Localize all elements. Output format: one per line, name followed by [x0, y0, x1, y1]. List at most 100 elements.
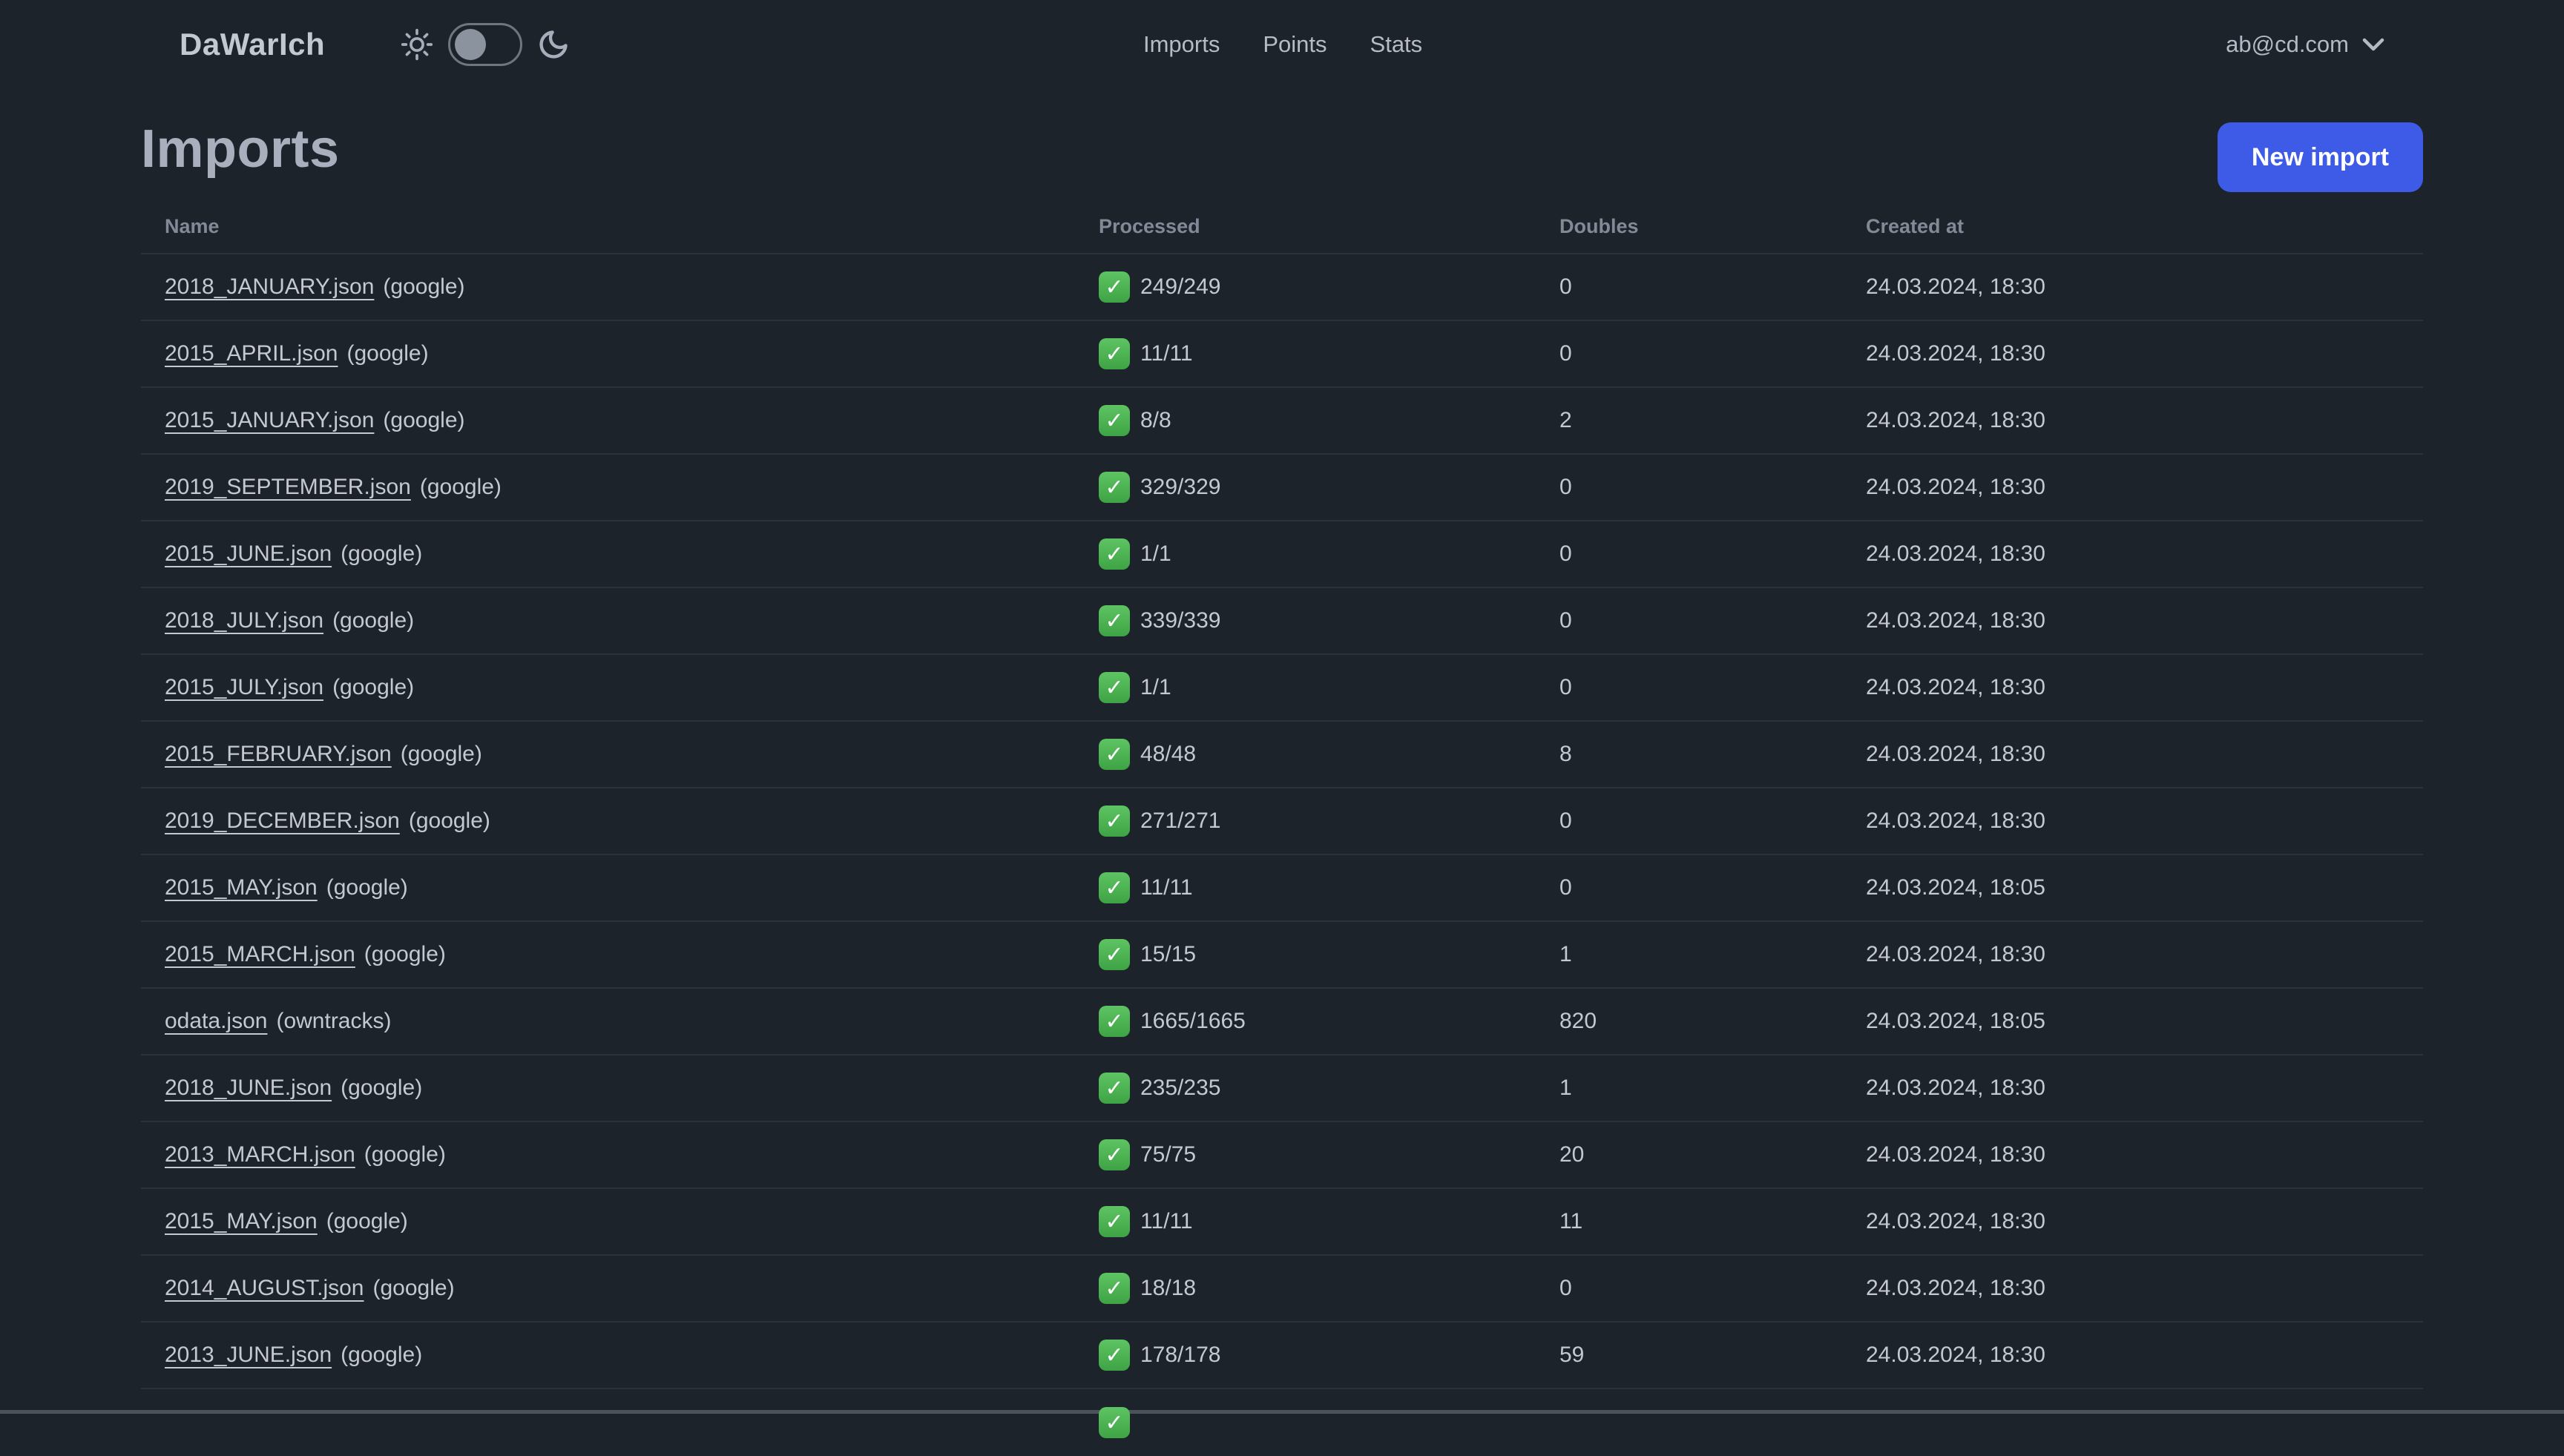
- import-file-link[interactable]: 2015_MAY.json: [165, 1209, 318, 1233]
- import-file-link[interactable]: 2019_SEPTEMBER.json: [165, 475, 411, 499]
- toggle-knob: [455, 29, 486, 60]
- success-check-icon: ✓: [1099, 1006, 1130, 1037]
- created-at: 24.03.2024, 18:05: [1866, 1009, 2045, 1033]
- nav-link-points[interactable]: Points: [1263, 31, 1327, 58]
- import-file-link[interactable]: 2013_JUNE.json: [165, 1343, 332, 1367]
- name-cell: 2015_JULY.json (google): [165, 675, 1099, 700]
- imports-table: Name Processed Doubles Created at 2018_J…: [141, 200, 2423, 1456]
- import-source: (google): [341, 1343, 423, 1367]
- success-check-icon: ✓: [1099, 1139, 1130, 1170]
- nav-link-imports[interactable]: Imports: [1143, 31, 1220, 58]
- import-source: (google): [400, 742, 482, 766]
- processed-cell: ✓ 271/271: [1099, 806, 1559, 837]
- success-check-icon: ✓: [1099, 939, 1130, 970]
- processed-cell: ✓ 11/11: [1099, 1206, 1559, 1237]
- doubles-count: 0: [1559, 341, 1572, 366]
- import-file-link[interactable]: 2015_JANUARY.json: [165, 408, 374, 432]
- table-row: 2019_DECEMBER.json (google) ✓ 271/271 0 2…: [141, 788, 2423, 855]
- created-at: 24.03.2024, 18:30: [1866, 1209, 2045, 1233]
- import-file-link[interactable]: 2018_JUNE.json: [165, 1075, 332, 1100]
- success-check-icon: ✓: [1099, 405, 1130, 436]
- table-row: 2014_AUGUST.json (google) ✓ 18/18 0 24.03…: [141, 1256, 2423, 1322]
- processed-cell: ✓ 11/11: [1099, 338, 1559, 369]
- import-source: (google): [346, 341, 429, 366]
- nav-link-stats[interactable]: Stats: [1370, 31, 1423, 58]
- table-header-row: Name Processed Doubles Created at: [141, 200, 2423, 254]
- import-source: (google): [326, 1209, 408, 1233]
- import-file-link[interactable]: 2015_MAY.json: [165, 875, 318, 900]
- created-at: 24.03.2024, 18:05: [1866, 875, 2045, 900]
- new-import-button[interactable]: New import: [2217, 122, 2423, 192]
- table-row: 2015_JULY.json (google) ✓ 1/1 0 24.03.202…: [141, 655, 2423, 722]
- created-at: 24.03.2024, 18:30: [1866, 808, 2045, 833]
- processed-count: 11/11: [1140, 341, 1193, 366]
- processed-cell: ✓ 178/178: [1099, 1340, 1559, 1371]
- name-cell: 2015_JUNE.json (google): [165, 541, 1099, 567]
- processed-count: 15/15: [1140, 942, 1197, 966]
- table-row: 2015_MARCH.json (google) ✓ 15/15 1 24.03.…: [141, 922, 2423, 989]
- created-at: 24.03.2024, 18:30: [1866, 541, 2045, 566]
- doubles-count: 0: [1559, 274, 1572, 299]
- processed-cell: ✓ 1/1: [1099, 672, 1559, 703]
- import-file-link[interactable]: 2015_JUNE.json: [165, 541, 332, 566]
- user-menu[interactable]: ab@cd.com: [2226, 31, 2384, 58]
- import-source: (owntracks): [276, 1009, 392, 1033]
- name-cell: 2015_APRIL.json (google): [165, 341, 1099, 366]
- table-row: 2019_SEPTEMBER.json (google) ✓ 329/329 0 …: [141, 455, 2423, 521]
- name-cell: 2018_JUNE.json (google): [165, 1075, 1099, 1101]
- success-check-icon: ✓: [1099, 672, 1130, 703]
- moon-icon: [537, 28, 570, 61]
- doubles-count: 8: [1559, 742, 1572, 766]
- processed-cell: ✓ 235/235: [1099, 1073, 1559, 1104]
- created-at: 24.03.2024, 18:30: [1866, 1276, 2045, 1300]
- import-source: (google): [332, 608, 415, 633]
- import-source: (google): [364, 942, 446, 966]
- import-file-link[interactable]: 2015_JULY.json: [165, 675, 323, 699]
- import-source: (google): [364, 1142, 446, 1167]
- import-source: (google): [332, 675, 415, 699]
- chevron-down-icon: [2362, 38, 2384, 51]
- table-row: 2018_JANUARY.json (google) ✓ 249/249 0 24…: [141, 254, 2423, 321]
- import-file-link[interactable]: 2018_JANUARY.json: [165, 274, 374, 299]
- main-nav: Imports Points Stats: [1143, 31, 1422, 58]
- doubles-count: 0: [1559, 875, 1572, 900]
- table-row: 2015_MAY.json (google) ✓ 11/11 0 24.03.20…: [141, 855, 2423, 922]
- app-logo[interactable]: DaWarIch: [180, 27, 325, 62]
- name-cell: 2015_MAY.json (google): [165, 875, 1099, 900]
- table-row: 2015_MAY.json (google) ✓ 11/11 11 24.03.2…: [141, 1189, 2423, 1256]
- page-title: Imports: [141, 119, 340, 179]
- doubles-count: 11: [1559, 1209, 1583, 1233]
- processed-count: 249/249: [1140, 274, 1221, 299]
- processed-cell: ✓ 11/11: [1099, 872, 1559, 903]
- import-file-link[interactable]: 2015_MARCH.json: [165, 942, 355, 966]
- table-row: 2015_APRIL.json (google) ✓ 11/11 0 24.03.…: [141, 321, 2423, 388]
- processed-count: 1665/1665: [1140, 1009, 1246, 1033]
- name-cell: 2014_AUGUST.json (google): [165, 1276, 1099, 1301]
- import-file-link[interactable]: 2018_JULY.json: [165, 608, 323, 633]
- processed-count: 271/271: [1140, 808, 1221, 833]
- theme-toggle[interactable]: [448, 23, 522, 66]
- processed-cell: ✓ 329/329: [1099, 472, 1559, 503]
- import-file-link[interactable]: 2013_MARCH.json: [165, 1142, 355, 1167]
- table-row-partial: ✓: [141, 1389, 2423, 1456]
- table-row: 2015_JANUARY.json (google) ✓ 8/8 2 24.03.…: [141, 388, 2423, 455]
- import-file-link[interactable]: 2015_FEBRUARY.json: [165, 742, 392, 766]
- import-file-link[interactable]: 2015_APRIL.json: [165, 341, 338, 366]
- processed-cell: ✓ 249/249: [1099, 271, 1559, 303]
- import-file-link[interactable]: 2014_AUGUST.json: [165, 1276, 364, 1300]
- user-email: ab@cd.com: [2226, 31, 2349, 57]
- import-file-link[interactable]: odata.json: [165, 1009, 267, 1033]
- processed-count: 75/75: [1140, 1142, 1197, 1167]
- import-file-link[interactable]: 2019_DECEMBER.json: [165, 808, 400, 833]
- name-cell: 2019_SEPTEMBER.json (google): [165, 475, 1099, 500]
- processed-count: 48/48: [1140, 742, 1197, 766]
- processed-cell: ✓ 48/48: [1099, 739, 1559, 770]
- processed-cell: ✓ 1/1: [1099, 538, 1559, 570]
- created-at: 24.03.2024, 18:30: [1866, 1075, 2045, 1100]
- doubles-count: 0: [1559, 608, 1572, 633]
- created-at: 24.03.2024, 18:30: [1866, 1343, 2045, 1367]
- table-row: 2018_JULY.json (google) ✓ 339/339 0 24.03…: [141, 588, 2423, 655]
- header-created-at: Created at: [1866, 215, 1965, 237]
- created-at: 24.03.2024, 18:30: [1866, 408, 2045, 432]
- success-check-icon: ✓: [1099, 1273, 1130, 1304]
